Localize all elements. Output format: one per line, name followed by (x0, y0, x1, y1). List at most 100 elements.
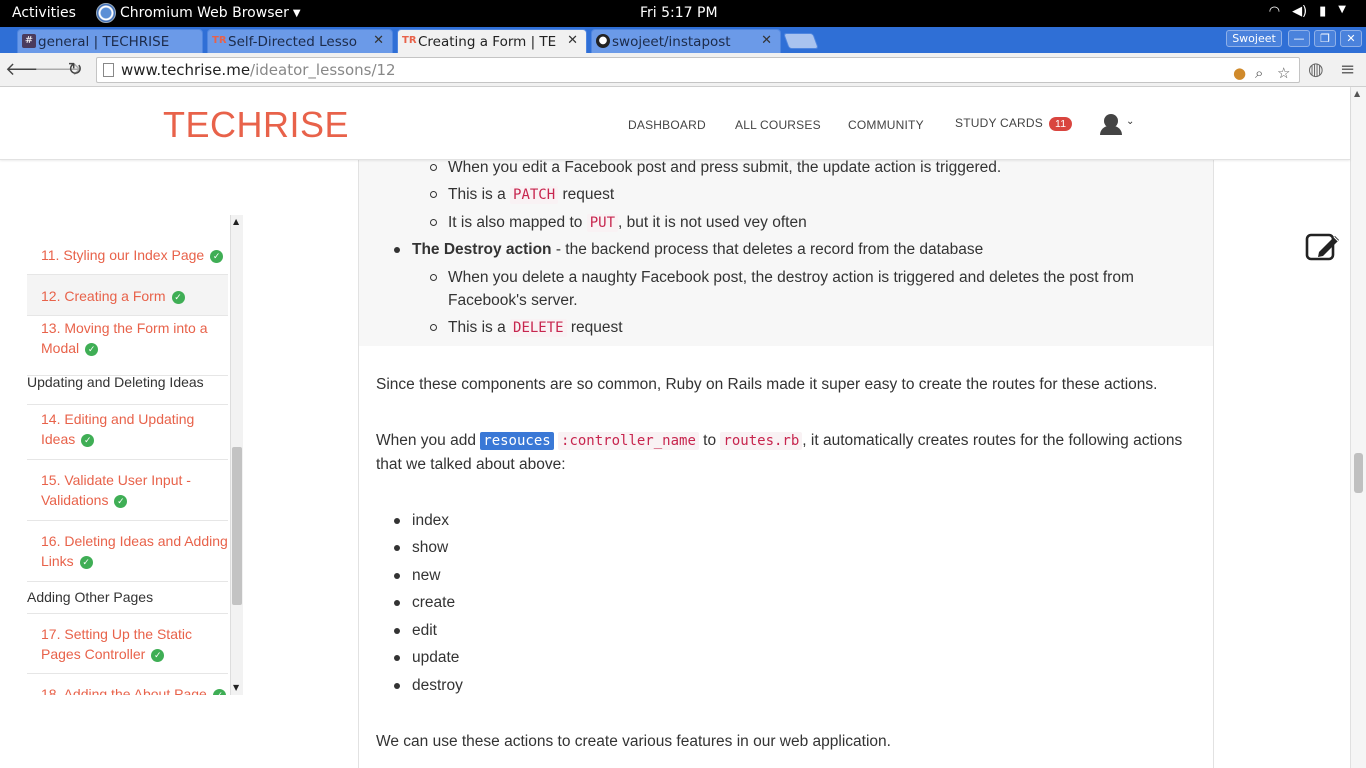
system-tray[interactable]: ◠ ◀) ▮ ▼ (1269, 4, 1346, 19)
check-circle-icon: ✓ (210, 249, 224, 263)
tab-creating-a-form[interactable]: TR Creating a Form | TE ✕ (397, 29, 587, 53)
sidebar-lesson-17[interactable]: 17. Setting Up the Static Pages Controll… (27, 614, 228, 674)
check-circle-icon: ✓ (171, 290, 185, 304)
extension-icon[interactable]: ◍ (1308, 59, 1324, 80)
action-item-update: update (412, 649, 460, 666)
list-bullet-icon (430, 324, 437, 331)
update-bullet-2: This is a PATCH request (448, 186, 615, 204)
nav-community[interactable]: COMMUNITY (848, 118, 924, 132)
code-put: PUT (586, 214, 619, 232)
app-name: Chromium Web Browser (120, 5, 289, 21)
page-icon (103, 63, 114, 77)
url-text[interactable]: www.techrise.me/ideator_lessons/12 (121, 58, 396, 82)
action-item-edit: edit (412, 622, 437, 639)
close-tab-icon[interactable]: ✕ (567, 33, 578, 48)
code-patch: PATCH (510, 186, 559, 204)
back-button[interactable]: 🡐 (5, 58, 53, 82)
page-scrollbar[interactable]: ▲ (1350, 87, 1366, 768)
code-delete: DELETE (510, 319, 567, 337)
paragraph-resources-line2: that we talked about above: (376, 456, 566, 473)
maximize-button[interactable]: ❐ (1314, 30, 1336, 47)
update-bullet-1: When you edit a Facebook post and press … (448, 159, 1002, 176)
close-tab-icon[interactable]: ✕ (373, 33, 384, 48)
browser-toolbar: 🡐 🡒 ↻ www.techrise.me/ideator_lessons/12… (0, 53, 1366, 87)
lesson-label-line1: 14. Editing and Updating (41, 411, 195, 427)
cookie-blocked-icon[interactable]: ● (1233, 61, 1246, 85)
sidebar-lesson-15[interactable]: 15. Validate User Input - Validations ✓ (27, 460, 228, 521)
nav-dashboard[interactable]: DASHBOARD (628, 118, 706, 132)
close-window-button[interactable]: ✕ (1340, 30, 1362, 47)
list-bullet-icon (430, 219, 437, 226)
system-menu-arrow-icon[interactable]: ▼ (1338, 4, 1346, 19)
minimize-button[interactable]: — (1288, 30, 1310, 47)
lesson-label: 18. Adding the About Page (41, 686, 207, 695)
tab-self-directed-lesson[interactable]: TR Self-Directed Lesso ✕ (207, 29, 393, 53)
activities-button[interactable]: Activities (12, 5, 76, 21)
zoom-icon[interactable]: ⌕ (1255, 61, 1263, 85)
sidebar-lesson-13[interactable]: 13. Moving the Form into a Modal ✓ (27, 316, 228, 376)
code-controller-name: :controller_name (558, 432, 699, 450)
list-bullet-icon (394, 655, 400, 661)
list-bullet-icon (394, 545, 400, 551)
update-bullet-3: It is also mapped to PUT, but it is not … (448, 214, 807, 232)
tab-general-techrise[interactable]: # general | TECHRISE (17, 29, 203, 53)
sidebar-lesson-14[interactable]: 14. Editing and Updating Ideas ✓ (27, 405, 228, 460)
tab-swojeet-instapost[interactable]: ● swojeet/instapost ✕ (591, 29, 781, 53)
lesson-label-line1: 13. Moving the Form into a (41, 320, 208, 336)
profile-button[interactable]: Swojeet (1226, 30, 1282, 47)
tab-strip: # general | TECHRISE TR Self-Directed Le… (0, 27, 1366, 53)
scroll-up-arrow-icon[interactable]: ▲ (233, 217, 239, 226)
study-cards-label: STUDY CARDS (955, 116, 1043, 130)
techrise-logo[interactable]: TECHRISE (163, 104, 349, 146)
paragraph-features: We can use these actions to create vario… (376, 733, 891, 750)
destroy-bullet-2: This is a DELETE request (448, 319, 623, 337)
action-item-new: new (412, 567, 441, 584)
battery-icon[interactable]: ▮ (1319, 4, 1326, 19)
reload-button[interactable]: ↻ (63, 58, 87, 82)
edit-note-icon[interactable] (1305, 232, 1341, 262)
scroll-down-arrow-icon[interactable]: ▼ (233, 683, 239, 692)
sidebar-section-updating-deleting: Updating and Deleting Ideas (27, 372, 228, 405)
sidebar-section-adding-other-pages: Adding Other Pages (27, 587, 228, 614)
sidebar-lesson-11[interactable]: 11. Styling our Index Page ✓ (27, 235, 228, 275)
check-circle-icon: ✓ (151, 648, 165, 662)
scroll-up-arrow-icon[interactable]: ▲ (1354, 89, 1360, 98)
lesson-label-line2: Pages Controller (41, 646, 146, 662)
lesson-label-line2: Ideas (41, 431, 76, 447)
tab-label: general | TECHRISE (38, 33, 170, 50)
user-avatar-icon-body (1100, 126, 1122, 135)
sidebar-scrollbar[interactable]: ▲ ▼ (230, 215, 243, 695)
sidebar-lesson-16[interactable]: 16. Deleting Ideas and Adding Links ✓ (27, 521, 228, 582)
menu-icon[interactable]: ≡ (1340, 59, 1355, 80)
sidebar-scroll-thumb[interactable] (232, 447, 242, 605)
clock[interactable]: Fri 5:17 PM (640, 5, 718, 21)
list-bullet-icon (394, 683, 400, 689)
forward-button[interactable]: 🡒 (34, 58, 82, 82)
code-routes-rb: routes.rb (720, 432, 803, 450)
techrise-favicon: TR (402, 35, 417, 46)
new-tab-button[interactable] (783, 33, 819, 49)
page-scroll-thumb[interactable] (1354, 453, 1363, 493)
wifi-icon[interactable]: ◠ (1269, 4, 1280, 19)
volume-icon[interactable]: ◀) (1292, 4, 1307, 19)
tab-label: Creating a Form | TE (418, 33, 557, 50)
address-bar[interactable]: www.techrise.me/ideator_lessons/12 ● ⌕ ☆ (96, 57, 1300, 83)
lesson-label-line2: Validations (41, 492, 109, 508)
app-menu[interactable]: Chromium Web Browser ▼ (96, 3, 301, 23)
lesson-label-line1: 16. Deleting Ideas and Adding (41, 533, 228, 549)
close-tab-icon[interactable]: ✕ (761, 33, 772, 48)
nav-all-courses[interactable]: ALL COURSES (735, 118, 821, 132)
os-top-bar: Activities Chromium Web Browser ▼ Fri 5:… (0, 0, 1366, 27)
action-item-show: show (412, 539, 449, 556)
chromium-icon (96, 3, 116, 23)
sidebar-lesson-12[interactable]: 12. Creating a Form ✓ (27, 275, 228, 316)
lesson-label-line1: 15. Validate User Input - (41, 472, 191, 488)
nav-study-cards[interactable]: STUDY CARDS 11 (955, 116, 1073, 131)
lesson-label-line2: Links (41, 553, 74, 569)
check-circle-icon: ✓ (85, 342, 99, 356)
sidebar-lesson-18[interactable]: 18. Adding the About Page ✓ (27, 674, 228, 695)
app-menu-arrow-icon: ▼ (292, 7, 301, 19)
code-resouces-selected[interactable]: resouces (480, 432, 554, 450)
bookmark-star-icon[interactable]: ☆ (1277, 61, 1290, 85)
action-item-create: create (412, 594, 456, 611)
